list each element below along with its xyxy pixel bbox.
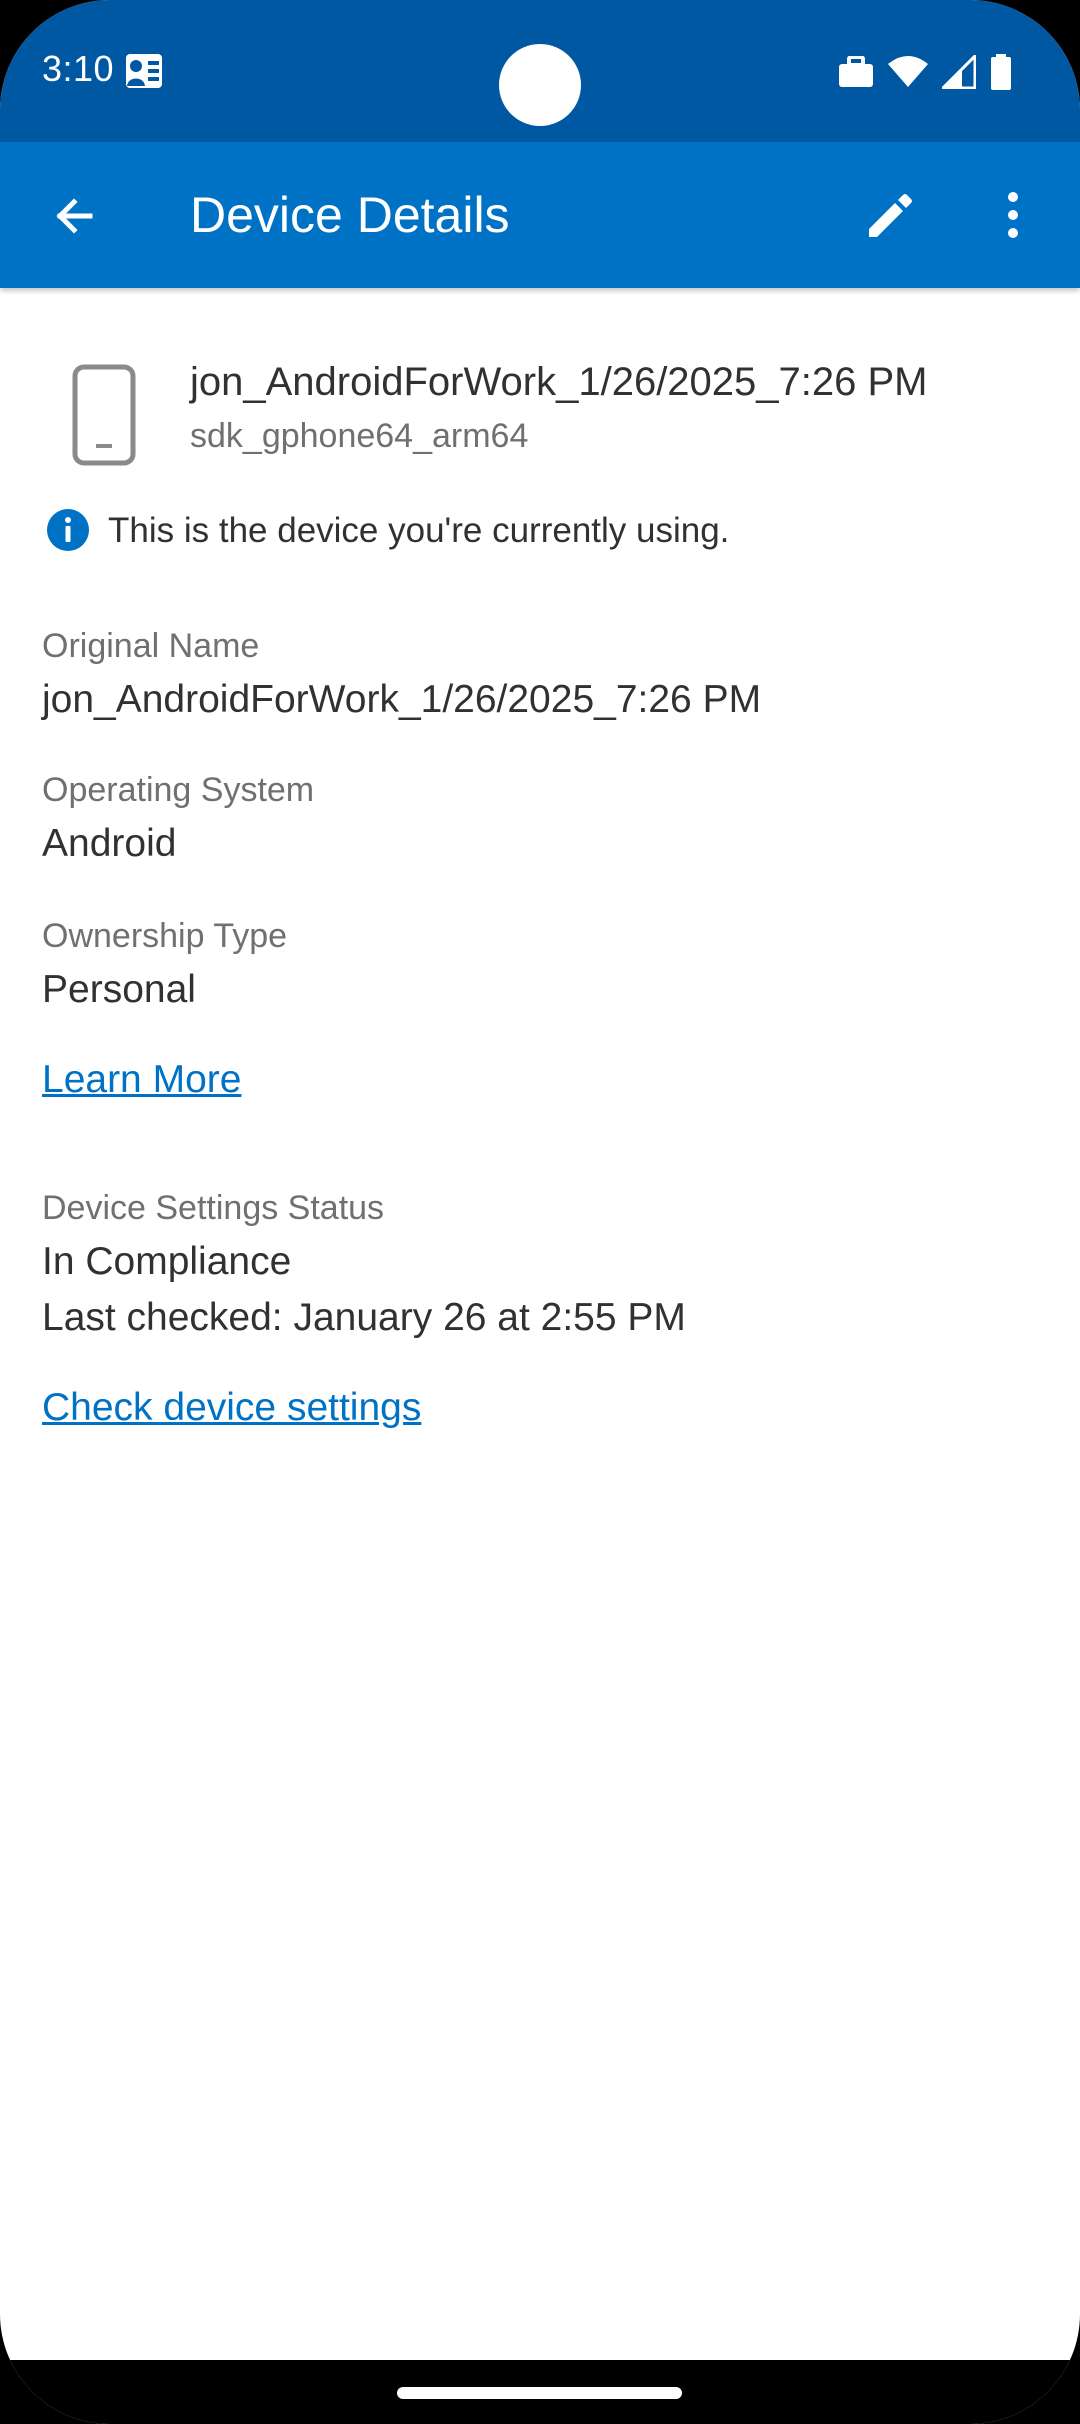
operating-system-value: Android bbox=[42, 822, 177, 865]
current-device-note: This is the device you're currently usin… bbox=[108, 511, 730, 550]
camera-cutout bbox=[499, 44, 581, 126]
check-device-settings-link[interactable]: Check device settings bbox=[42, 1382, 421, 1434]
more-vertical-icon bbox=[1008, 192, 1018, 238]
briefcase-icon bbox=[839, 56, 873, 87]
home-indicator[interactable] bbox=[397, 2387, 682, 2399]
last-checked-text: Last checked: January 26 at 2:55 PM bbox=[42, 1296, 686, 1339]
phone-screen: 3:10 Device Details jon_AndroidForWork_1… bbox=[0, 0, 1080, 2424]
device-settings-status-value: In Compliance bbox=[42, 1240, 292, 1283]
info-icon bbox=[47, 509, 89, 551]
back-button[interactable] bbox=[40, 182, 108, 250]
pencil-icon bbox=[869, 194, 912, 237]
status-icons bbox=[838, 52, 1012, 92]
ownership-type-label: Ownership Type bbox=[42, 917, 288, 955]
ownership-type-value: Personal bbox=[42, 968, 196, 1011]
status-time: 3:10 bbox=[42, 48, 115, 89]
original-name-value: jon_AndroidForWork_1/26/2025_7:26 PM bbox=[42, 678, 762, 721]
device-model: sdk_gphone64_arm64 bbox=[190, 417, 529, 455]
status-bar: 3:10 bbox=[0, 0, 1080, 142]
learn-more-link[interactable]: Learn More bbox=[42, 1054, 241, 1106]
app-bar: Device Details bbox=[0, 142, 1080, 288]
original-name-label: Original Name bbox=[42, 627, 260, 665]
operating-system-label: Operating System bbox=[42, 771, 315, 809]
wifi-icon bbox=[888, 56, 928, 87]
arrow-left-icon bbox=[56, 198, 93, 234]
device-name: jon_AndroidForWork_1/26/2025_7:26 PM bbox=[190, 360, 928, 404]
device-settings-status-label: Device Settings Status bbox=[42, 1189, 385, 1227]
page-title: Device Details bbox=[190, 187, 510, 243]
cell-signal-icon bbox=[942, 55, 976, 89]
contacts-badge-icon bbox=[126, 54, 162, 88]
battery-icon bbox=[991, 54, 1011, 90]
more-options-button[interactable] bbox=[978, 180, 1048, 250]
edit-button[interactable] bbox=[856, 180, 926, 250]
smartphone-icon bbox=[72, 364, 136, 466]
